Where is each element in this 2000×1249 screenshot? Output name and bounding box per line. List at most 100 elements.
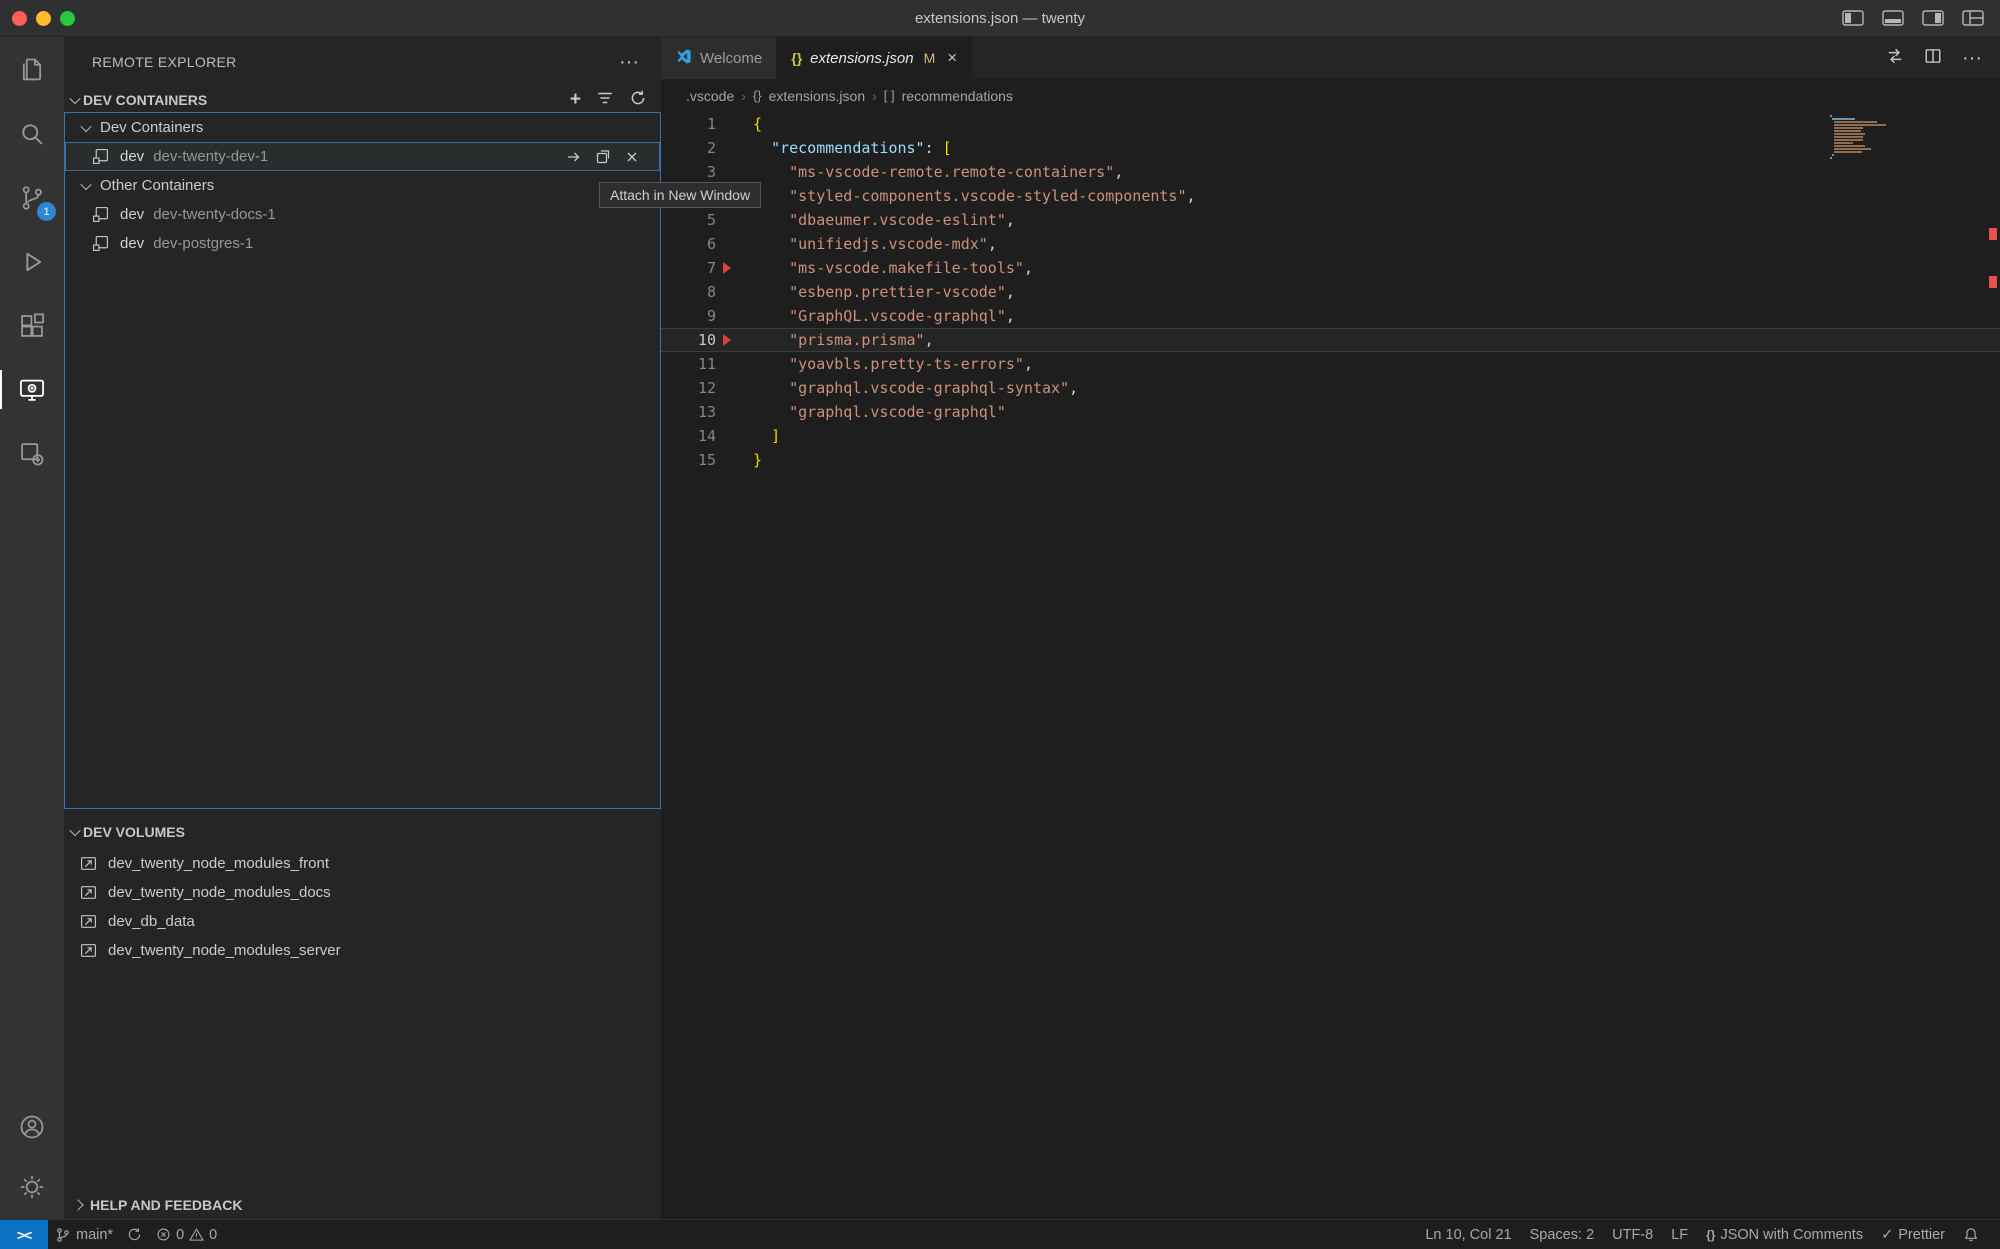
problems-item[interactable]: 0 0 xyxy=(149,1220,224,1249)
gutter-marker-zone xyxy=(716,280,753,304)
tree-item-dev-postgres-1[interactable]: devdev-postgres-1 xyxy=(65,229,660,258)
tab-welcome[interactable]: Welcome xyxy=(661,37,777,79)
tree-group[interactable]: Other Containers xyxy=(65,171,660,200)
code-token: , xyxy=(988,235,997,253)
code-text: "ms-vscode-remote.remote-containers", xyxy=(753,160,1123,184)
code-text: "yoavbls.pretty-ts-errors", xyxy=(753,352,1033,376)
dev-containers-section-header[interactable]: DEV CONTAINERS + xyxy=(64,87,661,112)
editor-more-actions-icon[interactable]: ··· xyxy=(1962,54,1982,62)
gutter-marker-zone xyxy=(716,304,753,328)
close-tab-icon[interactable]: × xyxy=(947,48,957,68)
code-token: , xyxy=(1024,355,1033,373)
code-token xyxy=(753,283,789,301)
code-line[interactable]: 7 "ms-vscode.makefile-tools", xyxy=(661,256,2000,280)
indentation[interactable]: Spaces: 2 xyxy=(1521,1227,1604,1243)
activity-extensions[interactable] xyxy=(0,294,64,357)
close-window-button[interactable] xyxy=(12,11,27,26)
git-branch-item[interactable]: main* xyxy=(48,1220,120,1249)
language-mode[interactable]: {} JSON with Comments xyxy=(1697,1227,1872,1243)
code-line[interactable]: 3 "ms-vscode-remote.remote-containers", xyxy=(661,160,2000,184)
customize-layout-icon[interactable] xyxy=(1962,10,1984,26)
refresh-icon[interactable] xyxy=(629,89,647,110)
code-line[interactable]: 13 "graphql.vscode-graphql" xyxy=(661,400,2000,424)
cursor-position[interactable]: Ln 10, Col 21 xyxy=(1416,1227,1520,1243)
code-editor[interactable]: 1{2 "recommendations": [3 "ms-vscode-rem… xyxy=(661,112,2000,1219)
code-line[interactable]: 12 "graphql.vscode-graphql-syntax", xyxy=(661,376,2000,400)
open-changes-icon[interactable] xyxy=(1886,47,1904,70)
array-symbol-icon: [ ] xyxy=(884,88,895,103)
code-line[interactable]: 10 "prisma.prisma", xyxy=(661,328,2000,352)
toggle-secondary-sidebar-icon[interactable] xyxy=(1922,10,1944,26)
activity-bar-bottom xyxy=(0,1099,64,1219)
code-line[interactable]: 14 ] xyxy=(661,424,2000,448)
code-token: "graphql.vscode-graphql" xyxy=(789,403,1006,421)
notifications-item[interactable] xyxy=(1954,1227,1988,1243)
code-line[interactable]: 15} xyxy=(661,448,2000,472)
code-token xyxy=(753,211,789,229)
minimap-line xyxy=(1834,142,1852,144)
tree-group[interactable]: Dev Containers xyxy=(65,113,660,142)
volume-item-dev_twenty_node_modules_front[interactable]: dev_twenty_node_modules_front xyxy=(64,849,661,878)
code-line[interactable]: 5 "dbaeumer.vscode-eslint", xyxy=(661,208,2000,232)
tree-item-dev-twenty-dev-1[interactable]: devdev-twenty-dev-1 xyxy=(65,142,660,171)
toggle-primary-sidebar-icon[interactable] xyxy=(1842,10,1864,26)
split-editor-icon[interactable] xyxy=(1924,47,1942,70)
tree-item-dev-twenty-docs-1[interactable]: devdev-twenty-docs-1 xyxy=(65,200,660,229)
minimap[interactable] xyxy=(1830,115,1888,160)
code-line[interactable]: 1{ xyxy=(661,112,2000,136)
more-actions-icon[interactable]: ··· xyxy=(619,57,639,67)
code-line[interactable]: 9 "GraphQL.vscode-graphql", xyxy=(661,304,2000,328)
sync-changes-item[interactable] xyxy=(120,1220,149,1249)
tab-extensions-json[interactable]: {} extensions.json M × xyxy=(777,37,972,79)
activity-remote-explorer[interactable] xyxy=(0,358,64,421)
code-token xyxy=(753,427,771,445)
volume-item-dev_twenty_node_modules_server[interactable]: dev_twenty_node_modules_server xyxy=(64,936,661,965)
overview-ruler-error-mark xyxy=(1989,228,1997,240)
add-container-icon[interactable]: + xyxy=(570,90,581,109)
code-line[interactable]: 8 "esbenp.prettier-vscode", xyxy=(661,280,2000,304)
activity-containers[interactable] xyxy=(0,422,64,485)
code-token: , xyxy=(1024,259,1033,277)
volume-item-dev_db_data[interactable]: dev_db_data xyxy=(64,907,661,936)
code-token xyxy=(753,163,789,181)
attach-shell-icon[interactable] xyxy=(566,149,582,165)
activity-settings[interactable] xyxy=(0,1159,64,1215)
stop-container-icon[interactable] xyxy=(624,149,640,165)
gutter-marker-zone xyxy=(716,112,753,136)
code-text: } xyxy=(753,448,762,472)
code-token: , xyxy=(1069,379,1078,397)
attach-new-window-icon[interactable] xyxy=(595,149,611,165)
encoding[interactable]: UTF-8 xyxy=(1603,1227,1662,1243)
remote-indicator[interactable]: >< xyxy=(0,1220,48,1249)
activity-run-debug[interactable] xyxy=(0,230,64,293)
help-feedback-section-header[interactable]: HELP AND FEEDBACK xyxy=(64,1191,661,1219)
filter-icon[interactable] xyxy=(596,89,614,110)
activity-search[interactable] xyxy=(0,102,64,165)
minimap-line xyxy=(1834,145,1865,147)
breadcrumb-symbol[interactable]: recommendations xyxy=(902,88,1013,104)
breadcrumb-file[interactable]: extensions.json xyxy=(769,88,866,104)
zoom-window-button[interactable] xyxy=(60,11,75,26)
dev-volumes-section-header[interactable]: DEV VOLUMES xyxy=(64,815,661,849)
minimap-line xyxy=(1830,157,1832,159)
eol-sequence[interactable]: LF xyxy=(1662,1227,1697,1243)
volume-item-dev_twenty_node_modules_docs[interactable]: dev_twenty_node_modules_docs xyxy=(64,878,661,907)
activity-accounts[interactable] xyxy=(0,1099,64,1155)
formatter-item[interactable]: ✓ Prettier xyxy=(1872,1227,1954,1243)
activity-source-control[interactable]: 1 xyxy=(0,166,64,229)
breadcrumb-separator: › xyxy=(741,88,746,104)
code-text: "dbaeumer.vscode-eslint", xyxy=(753,208,1015,232)
json-mode-icon: {} xyxy=(1706,1228,1715,1242)
activity-explorer[interactable] xyxy=(0,38,64,101)
sidebar-title: REMOTE EXPLORER xyxy=(92,54,237,70)
breadcrumb-folder[interactable]: .vscode xyxy=(686,88,734,104)
minimize-window-button[interactable] xyxy=(36,11,51,26)
code-line[interactable]: 11 "yoavbls.pretty-ts-errors", xyxy=(661,352,2000,376)
code-line[interactable]: 2 "recommendations": [ xyxy=(661,136,2000,160)
code-line[interactable]: 4 "styled-components.vscode-styled-compo… xyxy=(661,184,2000,208)
gutter-marker-zone xyxy=(716,136,753,160)
status-bar: >< main* 0 0 Ln 10, Col 21 Spaces: 2 UTF… xyxy=(0,1219,2000,1249)
toggle-panel-icon[interactable] xyxy=(1882,10,1904,26)
code-line[interactable]: 6 "unifiedjs.vscode-mdx", xyxy=(661,232,2000,256)
chevron-right-icon xyxy=(72,1199,83,1210)
